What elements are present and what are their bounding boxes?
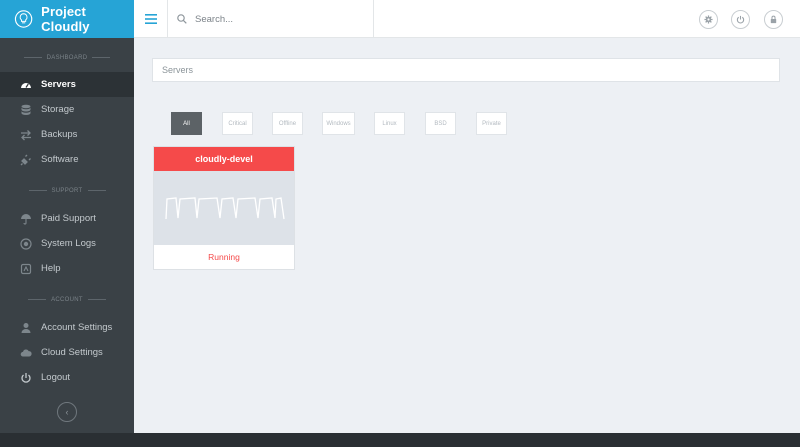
filter-private[interactable]: Private bbox=[476, 112, 507, 135]
server-name: cloudly-devel bbox=[154, 147, 294, 171]
brand-bar[interactable]: Project Cloudly bbox=[0, 0, 134, 38]
settings-button[interactable] bbox=[699, 10, 718, 29]
database-icon bbox=[19, 103, 32, 116]
sidebar-item-software[interactable]: Software bbox=[0, 147, 134, 172]
topbar bbox=[134, 0, 800, 38]
sidebar-item-help[interactable]: Help bbox=[0, 256, 134, 281]
plug-icon bbox=[19, 153, 32, 166]
brand-name: Project Cloudly bbox=[41, 4, 90, 34]
sidebar-collapse-button[interactable]: ‹ bbox=[57, 402, 77, 422]
dashboard-icon bbox=[19, 78, 32, 91]
lightbulb-logo-icon bbox=[14, 10, 33, 28]
hamburger-icon bbox=[144, 14, 157, 24]
activity-sparkline bbox=[165, 197, 285, 220]
sidebar-item-label: Paid Support bbox=[41, 213, 96, 224]
sidebar-item-label: Cloud Settings bbox=[41, 347, 103, 358]
filter-all[interactable]: All bbox=[171, 112, 202, 135]
sidebar-item-logout[interactable]: Logout bbox=[0, 365, 134, 390]
sidebar-item-system-logs[interactable]: System Logs bbox=[0, 231, 134, 256]
sidebar-item-label: Help bbox=[41, 263, 61, 274]
search-icon bbox=[177, 14, 187, 24]
section-label-account: ACCOUNT bbox=[0, 297, 134, 303]
power-icon bbox=[736, 15, 745, 24]
sidebar-item-label: Storage bbox=[41, 104, 75, 115]
server-status: Running bbox=[208, 252, 240, 262]
help-icon bbox=[19, 262, 32, 275]
search-input[interactable] bbox=[195, 13, 355, 25]
cloud-icon bbox=[19, 346, 32, 359]
server-activity-graph bbox=[154, 171, 294, 245]
sidebar-item-cloud-settings[interactable]: Cloud Settings bbox=[0, 340, 134, 365]
bottom-strip bbox=[0, 433, 800, 447]
sidebar-item-label: Account Settings bbox=[41, 322, 113, 333]
exchange-icon bbox=[19, 128, 32, 141]
sidebar-item-storage[interactable]: Storage bbox=[0, 97, 134, 122]
server-card[interactable]: cloudly-devel Running bbox=[153, 146, 295, 270]
section-label-support: SUPPORT bbox=[0, 188, 134, 194]
power-button[interactable] bbox=[731, 10, 750, 29]
sidebar-item-backups[interactable]: Backups bbox=[0, 122, 134, 147]
user-icon bbox=[19, 321, 32, 334]
sidebar: DASHBOARD Servers Storage Backups Softwa… bbox=[0, 38, 134, 433]
filter-critical[interactable]: Critical bbox=[222, 112, 253, 135]
lock-button[interactable] bbox=[764, 10, 783, 29]
sidebar-item-label: Logout bbox=[41, 372, 71, 383]
sidebar-item-label: System Logs bbox=[41, 238, 96, 249]
filter-linux[interactable]: Linux bbox=[374, 112, 405, 135]
sidebar-item-paid-support[interactable]: Paid Support bbox=[0, 206, 134, 231]
log-icon bbox=[19, 237, 32, 250]
settings-icon bbox=[704, 15, 713, 24]
sidebar-item-label: Backups bbox=[41, 129, 78, 140]
section-label-dashboard: DASHBOARD bbox=[0, 55, 134, 61]
main-content: Servers All Critical Offline Windows Lin… bbox=[134, 38, 800, 433]
filter-bsd[interactable]: BSD bbox=[425, 112, 456, 135]
power-icon bbox=[19, 371, 32, 384]
sidebar-item-label: Software bbox=[41, 154, 79, 165]
menu-toggle-button[interactable] bbox=[134, 0, 168, 38]
breadcrumb-label: Servers bbox=[162, 65, 194, 75]
sidebar-item-label: Servers bbox=[41, 79, 76, 90]
filter-offline[interactable]: Offline bbox=[272, 112, 303, 135]
search-box bbox=[168, 0, 374, 38]
sidebar-item-servers[interactable]: Servers bbox=[0, 72, 134, 97]
umbrella-icon bbox=[19, 212, 32, 225]
breadcrumb: Servers bbox=[152, 58, 780, 82]
sidebar-item-account-settings[interactable]: Account Settings bbox=[0, 315, 134, 340]
filter-windows[interactable]: Windows bbox=[322, 112, 355, 135]
lock-icon bbox=[770, 15, 777, 24]
